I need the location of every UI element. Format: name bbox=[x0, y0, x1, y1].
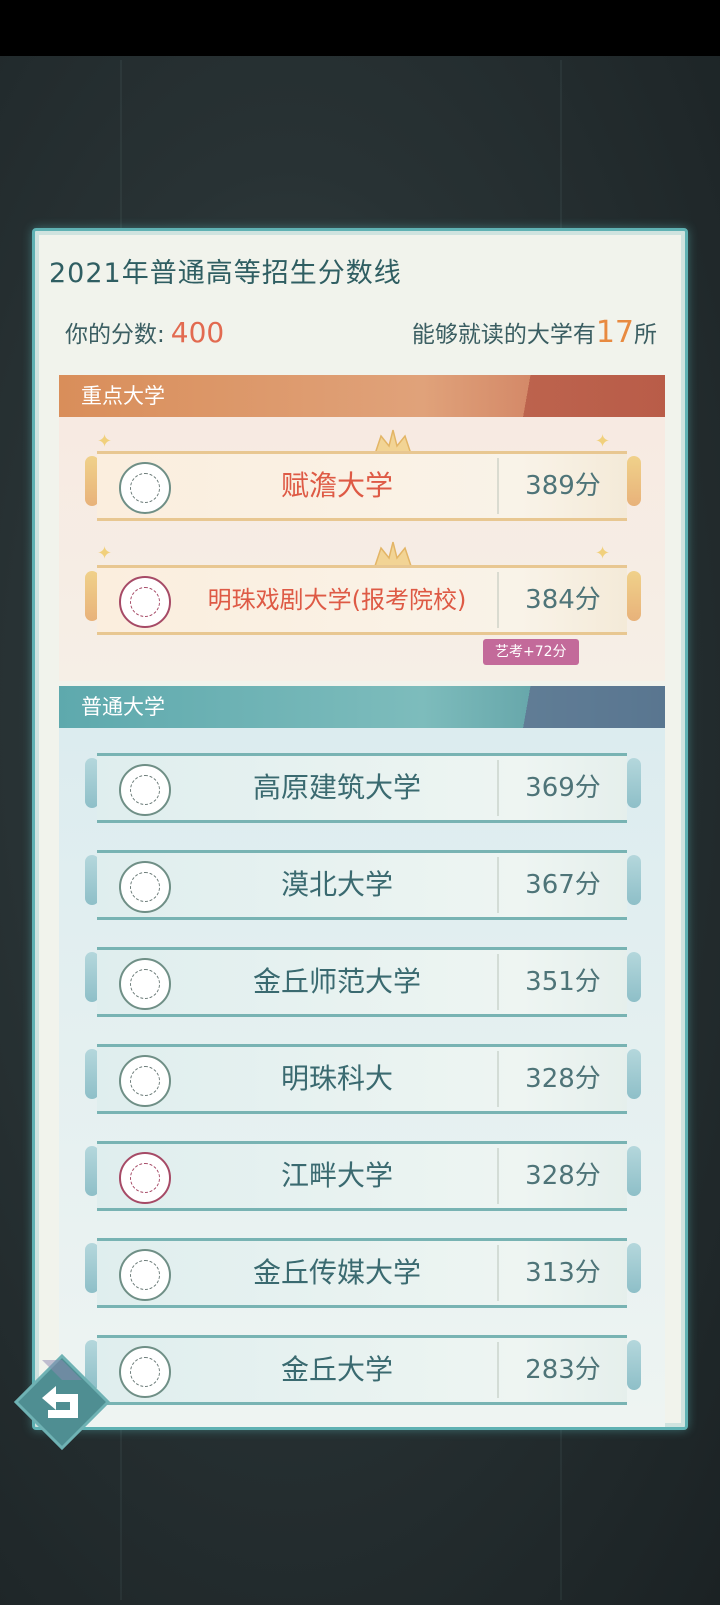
laurel-icon bbox=[627, 1049, 641, 1099]
university-score: 313分 bbox=[525, 1258, 601, 1288]
university-logo bbox=[119, 576, 171, 628]
university-card-normal-7[interactable]: 金丘大学 283分 bbox=[97, 1335, 627, 1405]
score-panel: 2021年普通高等招生分数线 你的分数: 400 能够就读的大学有17所 重点大学… bbox=[32, 228, 688, 1430]
university-name: 赋澹大学 bbox=[280, 469, 393, 502]
university-logo bbox=[119, 1346, 171, 1398]
university-card-normal-3[interactable]: 金丘师范大学 351分 bbox=[97, 947, 627, 1017]
university-score: 369分 bbox=[525, 773, 601, 803]
university-score: 351分 bbox=[525, 967, 601, 997]
university-card-normal-4[interactable]: 明珠科大 328分 bbox=[97, 1044, 627, 1114]
available-prefix: 能够就读的大学有 bbox=[411, 322, 596, 348]
university-name: 金丘大学 bbox=[280, 1353, 393, 1386]
university-score: 328分 bbox=[525, 1064, 601, 1094]
laurel-icon bbox=[627, 456, 641, 506]
laurel-icon bbox=[627, 758, 641, 808]
university-logo bbox=[119, 861, 171, 913]
university-name: 漠北大学 bbox=[280, 868, 393, 901]
university-logo bbox=[119, 1249, 171, 1301]
university-card-key-1[interactable]: 赋澹大学 389分 bbox=[97, 451, 627, 521]
university-name: 金丘师范大学 bbox=[252, 965, 421, 998]
university-card-normal-5[interactable]: 江畔大学 328分 bbox=[97, 1141, 627, 1211]
laurel-icon bbox=[627, 571, 641, 621]
university-logo bbox=[119, 462, 171, 514]
back-button[interactable] bbox=[12, 1352, 112, 1452]
available-suffix: 所 bbox=[634, 322, 657, 348]
your-score: 你的分数: 400 bbox=[65, 315, 224, 349]
laurel-icon bbox=[627, 952, 641, 1002]
available-count: 能够就读的大学有17所 bbox=[412, 315, 657, 350]
university-card-normal-2[interactable]: 漠北大学 367分 bbox=[97, 850, 627, 920]
university-name: 金丘传媒大学 bbox=[252, 1256, 421, 1289]
status-bar bbox=[0, 0, 720, 56]
sparkle-icon: ✦ bbox=[595, 543, 611, 564]
sparkle-icon: ✦ bbox=[595, 431, 611, 452]
available-number: 17 bbox=[595, 315, 634, 350]
laurel-icon bbox=[627, 1146, 641, 1196]
university-logo bbox=[119, 958, 171, 1010]
university-card-normal-6[interactable]: 金丘传媒大学 313分 bbox=[97, 1238, 627, 1308]
art-exam-bonus-badge: 艺考+72分 bbox=[483, 639, 579, 665]
crown-icon bbox=[373, 540, 413, 568]
university-score: 384分 bbox=[525, 585, 601, 615]
university-name: 高原建筑大学 bbox=[252, 771, 421, 804]
section-key-universities: 重点大学 bbox=[59, 375, 665, 417]
university-logo bbox=[119, 764, 171, 816]
score-label: 你的分数: bbox=[65, 322, 165, 348]
university-score: 283分 bbox=[525, 1355, 601, 1385]
sparkle-icon: ✦ bbox=[97, 543, 113, 564]
laurel-icon bbox=[627, 1340, 641, 1390]
university-name: 江畔大学 bbox=[280, 1159, 393, 1192]
university-name: 明珠戏剧大学(报考院校) bbox=[207, 586, 467, 614]
sparkle-icon: ✦ bbox=[97, 431, 113, 452]
page-title: 2021年普通高等招生分数线 bbox=[49, 258, 402, 289]
university-score: 328分 bbox=[525, 1161, 601, 1191]
university-score: 367分 bbox=[525, 870, 601, 900]
back-arrow-icon bbox=[13, 1353, 111, 1451]
laurel-icon bbox=[627, 1243, 641, 1293]
score-value: 400 bbox=[170, 316, 225, 349]
university-logo bbox=[119, 1055, 171, 1107]
university-card-normal-1[interactable]: 高原建筑大学 369分 bbox=[97, 753, 627, 823]
laurel-icon bbox=[627, 855, 641, 905]
university-name: 明珠科大 bbox=[280, 1062, 393, 1095]
university-logo bbox=[119, 1152, 171, 1204]
university-score: 389分 bbox=[525, 471, 601, 501]
university-card-key-2[interactable]: 明珠戏剧大学(报考院校) 384分 bbox=[97, 565, 627, 635]
section-normal-universities: 普通大学 bbox=[59, 686, 665, 728]
